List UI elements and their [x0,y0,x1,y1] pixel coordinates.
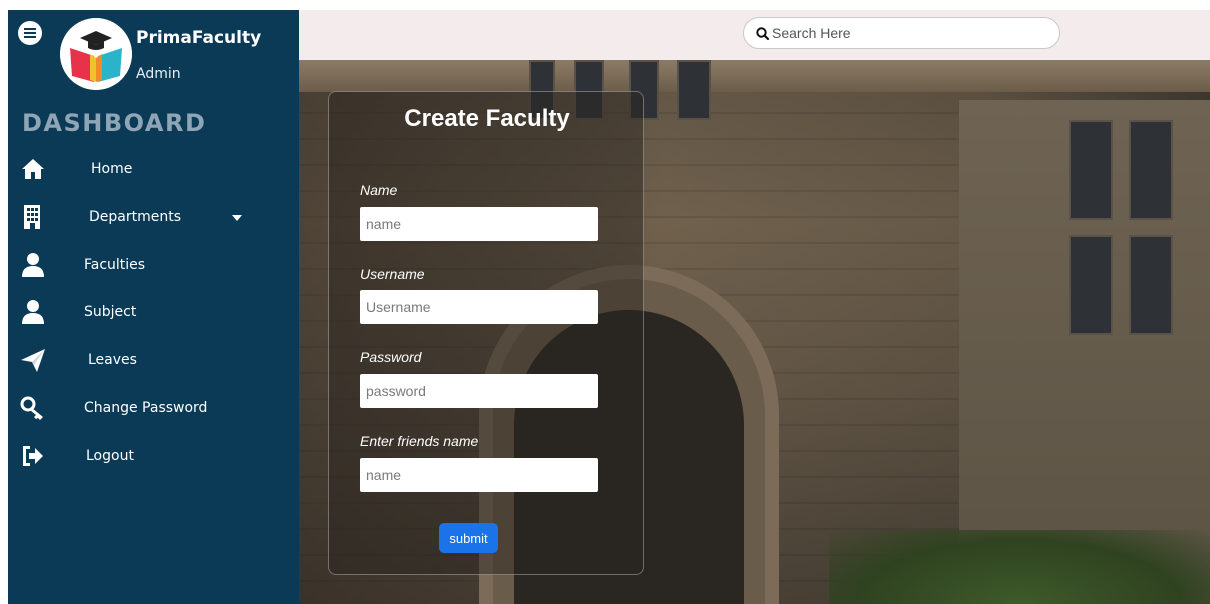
menu-toggle-button[interactable] [18,21,42,45]
sidebar-item-change-password[interactable]: Change Password [8,390,299,428]
sidebar-item-leaves[interactable]: Leaves [8,342,299,380]
background-window [677,60,711,120]
username-field[interactable] [360,290,598,324]
sidebar-item-faculties[interactable]: Faculties [8,247,299,285]
brand-role: Admin [136,66,181,82]
chevron-down-icon[interactable] [232,215,242,221]
sidebar-item-departments[interactable]: Departments [8,199,299,237]
form-title: Create Faculty [404,105,570,132]
user-icon [22,300,44,324]
building-icon [24,205,40,229]
sidebar-item-label: Faculties [84,257,146,273]
paper-plane-icon [21,349,45,372]
sidebar-item-subject[interactable]: Subject [8,294,299,332]
background-photo-top [299,60,1210,92]
home-icon [22,159,44,179]
sign-out-icon [23,446,43,466]
name-label: Name [360,182,398,198]
sidebar: PrimaFaculty Admin DASHBOARD Home Depart… [8,10,299,604]
sidebar-item-logout[interactable]: Logout [8,438,299,476]
password-field[interactable] [360,374,598,408]
background-window [1129,120,1173,220]
create-faculty-form: Create Faculty Name Username Password En… [328,91,644,575]
sidebar-item-label: Home [91,161,133,177]
top-bar [299,10,1210,60]
friends-name-field[interactable] [360,458,598,492]
username-label: Username [360,266,425,282]
background-window [1069,235,1113,335]
sidebar-item-label: Change Password [84,400,208,416]
brand-name: PrimaFaculty [136,28,262,48]
main-content: Create Faculty Name Username Password En… [299,60,1210,604]
graduation-cap-book-logo-icon [60,18,132,90]
brand-logo [60,18,132,90]
user-icon [22,253,44,277]
hamburger-icon [24,28,36,38]
sidebar-item-label: Subject [84,304,137,320]
app-frame: PrimaFaculty Admin DASHBOARD Home Depart… [8,10,1210,604]
search-input[interactable] [772,20,1052,46]
sidebar-item-label: Logout [86,448,134,464]
sidebar-item-home[interactable]: Home [8,151,299,189]
dashboard-title: DASHBOARD [22,109,207,137]
background-window [1069,120,1113,220]
background-window [1129,235,1173,335]
sidebar-item-label: Departments [89,209,182,225]
search-box[interactable] [743,17,1060,49]
name-field[interactable] [360,207,598,241]
background-shrubs [829,530,1210,604]
submit-button[interactable]: submit [439,523,498,553]
sidebar-item-label: Leaves [88,352,137,368]
search-icon [756,27,769,40]
friends-name-label: Enter friends name [360,433,479,449]
password-label: Password [360,349,422,365]
key-icon [20,396,43,420]
